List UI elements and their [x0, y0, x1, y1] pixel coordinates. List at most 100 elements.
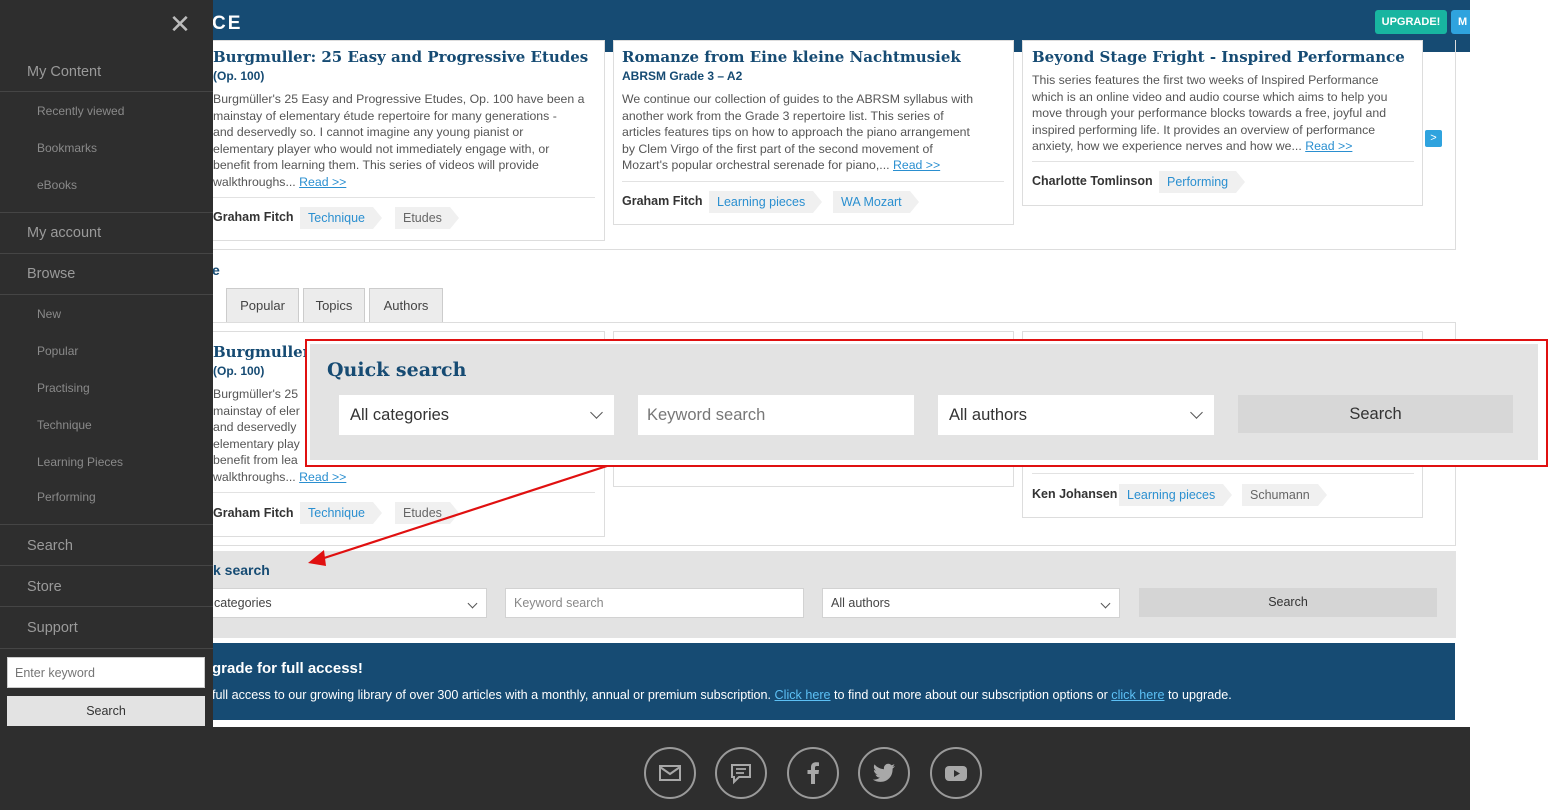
card-author[interactable]: Ken Johansen: [1032, 487, 1117, 501]
card-title[interactable]: Romanze from Eine kleine Nachtmusiek: [622, 48, 961, 66]
close-icon[interactable]: ✕: [166, 10, 194, 38]
tag-etudes[interactable]: Etudes: [395, 207, 459, 229]
card-divider: [622, 181, 1004, 182]
mail-icon[interactable]: [644, 747, 696, 799]
read-more-link[interactable]: Read >>: [893, 158, 940, 172]
sidebar-item-my-content[interactable]: My Content: [27, 64, 101, 80]
upgrade-text-part: to upgrade.: [1164, 688, 1232, 702]
category-select[interactable]: categories: [205, 588, 487, 618]
desc-line: mainstay of elementary étude repertoire …: [213, 108, 557, 123]
author-select-value: All authors: [831, 596, 891, 610]
sidebar-item-search[interactable]: Search: [27, 538, 73, 554]
upgrade-text-part: full access to our growing library of ov…: [212, 688, 775, 702]
desc-line: This series features the first two weeks…: [1032, 73, 1379, 87]
sidebar-menu: ✕ My Content Recently viewed Bookmarks e…: [0, 0, 213, 810]
sidebar-divider: [0, 524, 213, 525]
upgrade-text-part: to find out more about our subscription …: [830, 688, 1112, 702]
desc-line-text: walkthroughs...: [213, 469, 296, 484]
desc-line: We continue our collection of guides to …: [622, 92, 974, 106]
sidebar-item-support[interactable]: Support: [27, 620, 78, 636]
tab-authors[interactable]: Authors: [369, 288, 443, 322]
upgrade-banner: [212, 643, 1455, 720]
desc-line: articles features tips on how to approac…: [622, 125, 970, 140]
tag-schumann[interactable]: Schumann: [1242, 484, 1327, 506]
tag-learning-pieces[interactable]: Learning pieces: [1119, 484, 1233, 506]
subscription-options-link[interactable]: Click here: [775, 688, 831, 702]
carousel-next-button[interactable]: >: [1425, 130, 1442, 147]
read-more-link[interactable]: Read >>: [1305, 139, 1352, 153]
twitter-icon[interactable]: [858, 747, 910, 799]
youtube-icon[interactable]: [930, 747, 982, 799]
facebook-icon[interactable]: [787, 747, 839, 799]
sidebar-item-popular[interactable]: Popular: [37, 344, 78, 358]
card-subtitle: (Op. 100): [213, 364, 265, 378]
desc-line: walkthroughs... Read >>: [213, 174, 603, 191]
tag-learning-pieces[interactable]: Learning pieces: [709, 191, 823, 213]
desc-line: which is an online video and audio cours…: [1032, 89, 1388, 104]
read-more-link[interactable]: Read >>: [299, 175, 346, 189]
site-logo[interactable]: CE: [212, 13, 242, 35]
chevron-down-icon: [1190, 406, 1203, 419]
card-title[interactable]: Beyond Stage Fright - Inspired Performan…: [1032, 48, 1405, 66]
tag-wa-mozart[interactable]: WA Mozart: [833, 191, 919, 213]
sidebar-item-browse[interactable]: Browse: [27, 266, 75, 282]
sidebar-item-my-account[interactable]: My account: [27, 225, 101, 241]
author-select[interactable]: All authors: [822, 588, 1120, 618]
desc-line: Mozart's popular orchestral serenade for…: [622, 157, 1012, 174]
footer: [212, 727, 1470, 810]
sidebar-search-button[interactable]: Search: [7, 696, 205, 726]
tag-etudes[interactable]: Etudes: [395, 502, 459, 524]
category-select-value: categories: [214, 596, 272, 610]
upgrade-link[interactable]: click here: [1111, 688, 1164, 702]
sidebar-item-learning-pieces[interactable]: Learning Pieces: [37, 455, 123, 469]
card-title[interactable]: Burgmuller: 25 Easy and Progressive Etud…: [213, 48, 588, 66]
sidebar-item-practising[interactable]: Practising: [37, 381, 90, 395]
tab-popular[interactable]: Popular: [226, 288, 299, 322]
sidebar-item-recently-viewed[interactable]: Recently viewed: [37, 104, 124, 118]
read-more-link[interactable]: Read >>: [299, 470, 346, 484]
sidebar-divider: [0, 648, 213, 649]
card-description: We continue our collection of guides to …: [622, 91, 1012, 174]
tag-technique[interactable]: Technique: [300, 207, 382, 229]
sidebar-item-store[interactable]: Store: [27, 579, 62, 595]
card-author[interactable]: Graham Fitch: [213, 506, 294, 520]
search-button[interactable]: Search: [1139, 588, 1437, 617]
chat-icon[interactable]: [715, 747, 767, 799]
upgrade-button[interactable]: UPGRADE!: [1375, 10, 1447, 34]
sidebar-item-ebooks[interactable]: eBooks: [37, 178, 77, 192]
card-divider: [1032, 161, 1414, 162]
desc-line: by Clem Virgo of the first part of the s…: [622, 141, 933, 156]
card-description: This series features the first two weeks…: [1032, 72, 1422, 155]
sidebar-item-technique[interactable]: Technique: [37, 418, 92, 432]
sidebar-divider: [0, 212, 213, 213]
sidebar-divider: [0, 606, 213, 607]
tag-technique[interactable]: Technique: [300, 502, 382, 524]
sidebar-item-new[interactable]: New: [37, 307, 61, 321]
menu-button[interactable]: M: [1451, 10, 1470, 34]
tag-performing[interactable]: Performing: [1159, 171, 1246, 193]
desc-line: elementary player who would not immediat…: [213, 141, 550, 156]
desc-line: another work from the Grade 3 repertoire…: [622, 108, 944, 123]
card-author[interactable]: Graham Fitch: [622, 194, 703, 208]
card-author[interactable]: Charlotte Tomlinson: [1032, 174, 1153, 188]
zoom-category-select[interactable]: All categories: [339, 395, 614, 435]
zoom-keyword-search-input[interactable]: Keyword search: [638, 395, 914, 435]
sidebar-item-performing[interactable]: Performing: [37, 490, 96, 504]
zoom-author-value: All authors: [949, 406, 1027, 424]
tab-topics[interactable]: Topics: [303, 288, 365, 322]
desc-line: inspired performing life. It provides an…: [1032, 122, 1376, 137]
browse-section-title: e: [212, 262, 220, 278]
desc-line: benefit from learning them. This series …: [213, 158, 539, 173]
card-divider: [1032, 473, 1414, 474]
desc-line: Burgmüller's 25 Easy and Progressive Etu…: [213, 92, 585, 106]
card-author[interactable]: Graham Fitch: [213, 210, 294, 224]
sidebar-keyword-input[interactable]: [7, 657, 205, 688]
desc-line-text: anxiety, how we experience nerves and ho…: [1032, 139, 1302, 154]
zoom-search-button[interactable]: Search: [1238, 395, 1513, 433]
zoom-author-select[interactable]: All authors: [938, 395, 1214, 435]
desc-line: and deservedly so. I cannot imagine any …: [213, 125, 524, 140]
chevron-down-icon: [467, 598, 478, 609]
chevron-down-icon: [1100, 598, 1111, 609]
sidebar-item-bookmarks[interactable]: Bookmarks: [37, 141, 97, 155]
keyword-search-input[interactable]: Keyword search: [505, 588, 804, 618]
